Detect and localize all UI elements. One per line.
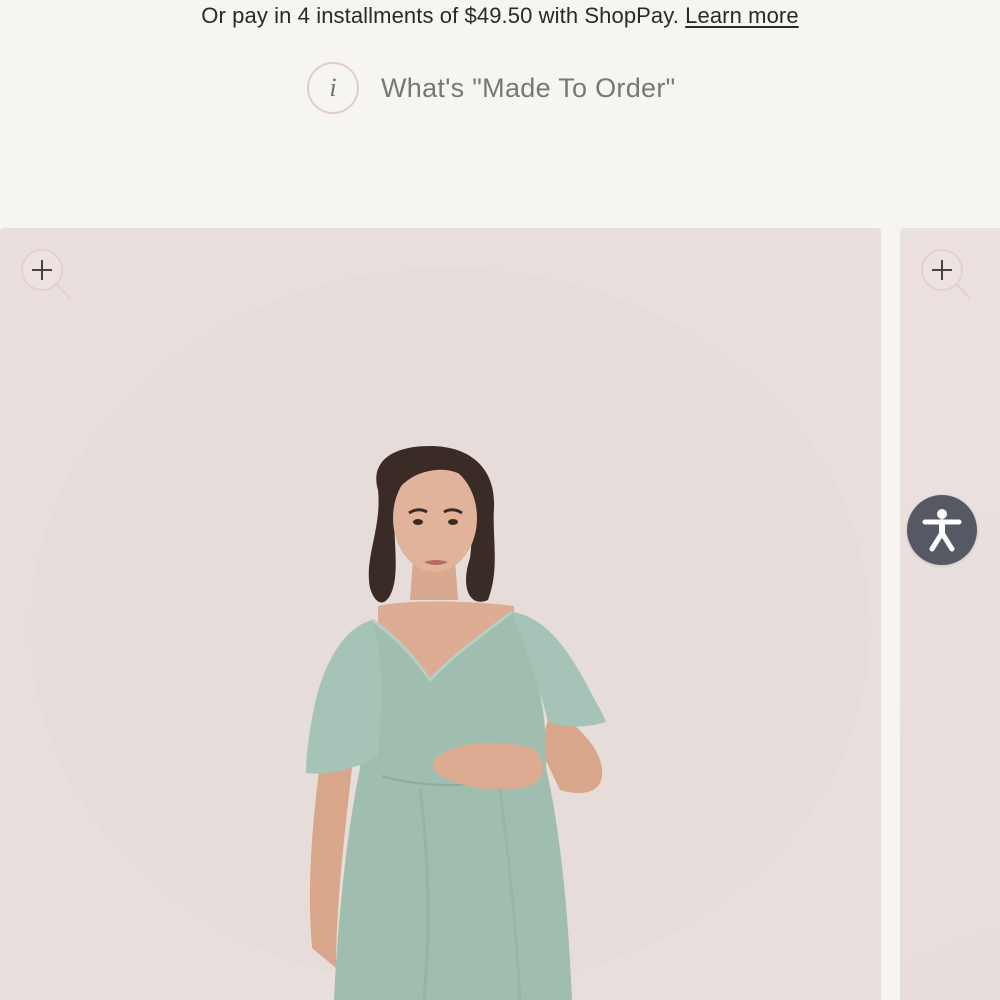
learn-more-link[interactable]: Learn more [685, 3, 799, 28]
info-icon[interactable]: i [307, 62, 359, 114]
accessibility-figure [922, 509, 962, 552]
installments-note: Or pay in 4 installments of $49.50 with … [0, 3, 1000, 29]
product-page: Or pay in 4 installments of $49.50 with … [0, 0, 1000, 1000]
product-photo [0, 228, 881, 1000]
installments-text: Or pay in 4 installments of $49.50 with … [201, 3, 679, 28]
zoom-in-icon[interactable] [18, 246, 74, 302]
made-to-order-info[interactable]: i What's "Made To Order" [307, 60, 676, 116]
gallery-slide-next[interactable] [900, 228, 1000, 1000]
product-image-gallery[interactable] [0, 228, 1000, 1000]
gallery-slide-main[interactable] [0, 228, 881, 1000]
made-to-order-label[interactable]: What's "Made To Order" [381, 73, 676, 104]
zoom-in-icon[interactable] [918, 246, 974, 302]
accessibility-icon[interactable] [907, 495, 977, 565]
